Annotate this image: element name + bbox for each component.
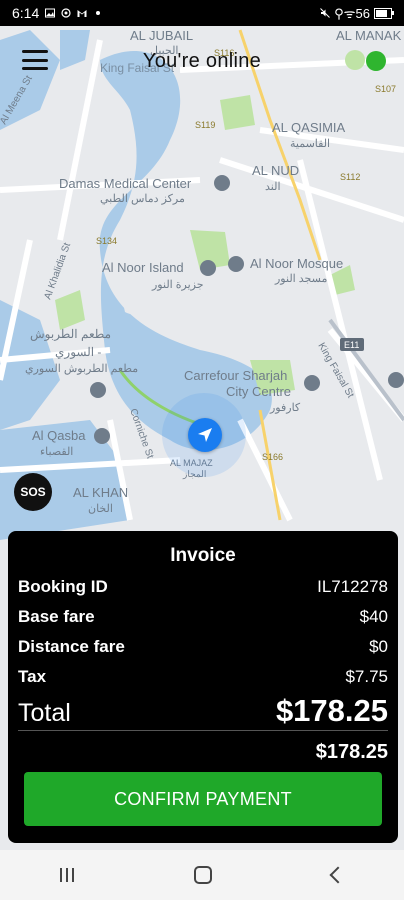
total-label: Total bbox=[18, 699, 71, 727]
status-time: 6:14 bbox=[12, 5, 40, 21]
tax-label: Tax bbox=[18, 667, 47, 686]
svg-text:E11: E11 bbox=[344, 340, 359, 350]
home-icon[interactable] bbox=[194, 866, 212, 884]
shield-s119: S119 bbox=[195, 120, 215, 130]
whatsapp-icon bbox=[61, 8, 71, 18]
gmail-icon bbox=[77, 10, 87, 17]
label-al-manakh: AL MANAK bbox=[336, 28, 402, 43]
back-icon[interactable] bbox=[329, 866, 347, 884]
qasba-pin-icon bbox=[94, 428, 110, 444]
label-al-nud-ar: الند bbox=[265, 181, 281, 193]
cart-pin-icon bbox=[388, 372, 404, 388]
label-al-qasba: Al Qasba bbox=[32, 428, 86, 443]
distance-fare-row: Distance fare $0 bbox=[18, 637, 388, 657]
amount-row: $178.25 bbox=[18, 741, 388, 764]
label-carrefour-2: City Centre bbox=[226, 384, 291, 399]
label-al-nud: AL NUD bbox=[252, 163, 299, 178]
status-left: 6:14 bbox=[12, 5, 103, 21]
label-al-khan-ar: الخان bbox=[88, 503, 113, 515]
park-2 bbox=[220, 95, 255, 130]
my-location-button[interactable] bbox=[188, 418, 222, 452]
amount-value: $178.25 bbox=[315, 741, 388, 763]
dot-icon bbox=[96, 11, 101, 15]
sos-button[interactable]: SOS bbox=[14, 473, 52, 511]
total-value: $178.25 bbox=[275, 693, 388, 728]
shopping-pin-icon bbox=[304, 375, 320, 391]
label-al-qasimia: AL QASIMIA bbox=[272, 120, 346, 135]
base-fare-value: $40 bbox=[359, 607, 388, 626]
booking-row: Booking ID IL712278 bbox=[18, 577, 388, 597]
label-al-noor-island-ar: جزيرة النور bbox=[151, 279, 204, 291]
distance-fare-value: $0 bbox=[369, 637, 388, 656]
battery-icon bbox=[374, 7, 394, 19]
tax-row: Tax $7.75 bbox=[18, 667, 388, 687]
label-damas: Damas Medical Center bbox=[59, 176, 192, 191]
mute-icon bbox=[320, 8, 330, 18]
invoice-panel: Invoice Booking ID IL712278 Base fare $4… bbox=[8, 531, 398, 843]
invoice-divider bbox=[18, 730, 388, 731]
base-fare-label: Base fare bbox=[18, 607, 95, 626]
island-pin-icon bbox=[200, 260, 216, 276]
label-al-khan: AL KHAN bbox=[73, 485, 128, 500]
hospital-pin-icon bbox=[214, 175, 230, 191]
label-al-jubail: AL JUBAIL bbox=[130, 28, 193, 43]
signal-text: ⚲ᯤ56 bbox=[334, 6, 370, 21]
mosque-pin-icon bbox=[228, 256, 244, 272]
label-al-qasba-ar: القصباء bbox=[40, 446, 73, 458]
gallery-icon bbox=[45, 8, 56, 18]
label-tarbous: مطعم الطربوش bbox=[30, 327, 111, 341]
page-title: You're online bbox=[142, 50, 262, 72]
label-damas-ar: مركز دماس الطبي bbox=[100, 193, 185, 205]
label-al-noor-mosque-ar: مسجد النور bbox=[274, 273, 327, 285]
invoice-title: Invoice bbox=[170, 545, 236, 566]
label-tarbous3: مطعم الطربوش السوري bbox=[25, 363, 138, 375]
system-navigation-bar bbox=[0, 850, 404, 900]
online-status-dot[interactable] bbox=[366, 51, 386, 71]
shield-s166: S166 bbox=[262, 452, 283, 462]
distance-fare-label: Distance fare bbox=[18, 637, 125, 656]
restaurant-pin-icon bbox=[90, 382, 106, 398]
shield-s112: S112 bbox=[340, 172, 360, 182]
label-tarbous2: السوري - bbox=[55, 345, 101, 359]
label-al-noor-island: Al Noor Island bbox=[102, 260, 184, 275]
base-fare-row: Base fare $40 bbox=[18, 607, 388, 627]
e11-shield: E11 bbox=[340, 338, 364, 351]
status-right: ⚲ᯤ56 bbox=[320, 4, 394, 22]
navigation-arrow-icon bbox=[198, 428, 212, 442]
label-carrefour-1: Carrefour Sharjah bbox=[184, 368, 287, 383]
recent-apps-icon[interactable] bbox=[60, 868, 74, 882]
shield-s134: S134 bbox=[96, 236, 117, 246]
label-carrefour-ar: كارفور bbox=[269, 402, 301, 414]
status-bar: 6:14 ⚲ᯤ56 bbox=[0, 0, 404, 26]
label-al-noor-mosque: Al Noor Mosque bbox=[250, 256, 343, 271]
confirm-payment-button[interactable]: CONFIRM PAYMENT bbox=[24, 772, 382, 826]
shield-s107: S107 bbox=[375, 84, 396, 94]
label-al-qasimia-ar: القاسمية bbox=[290, 138, 330, 150]
booking-value: IL712278 bbox=[317, 577, 388, 596]
tax-value: $7.75 bbox=[345, 667, 388, 686]
total-row: Total $178.25 bbox=[18, 693, 388, 729]
booking-label: Booking ID bbox=[18, 577, 108, 596]
